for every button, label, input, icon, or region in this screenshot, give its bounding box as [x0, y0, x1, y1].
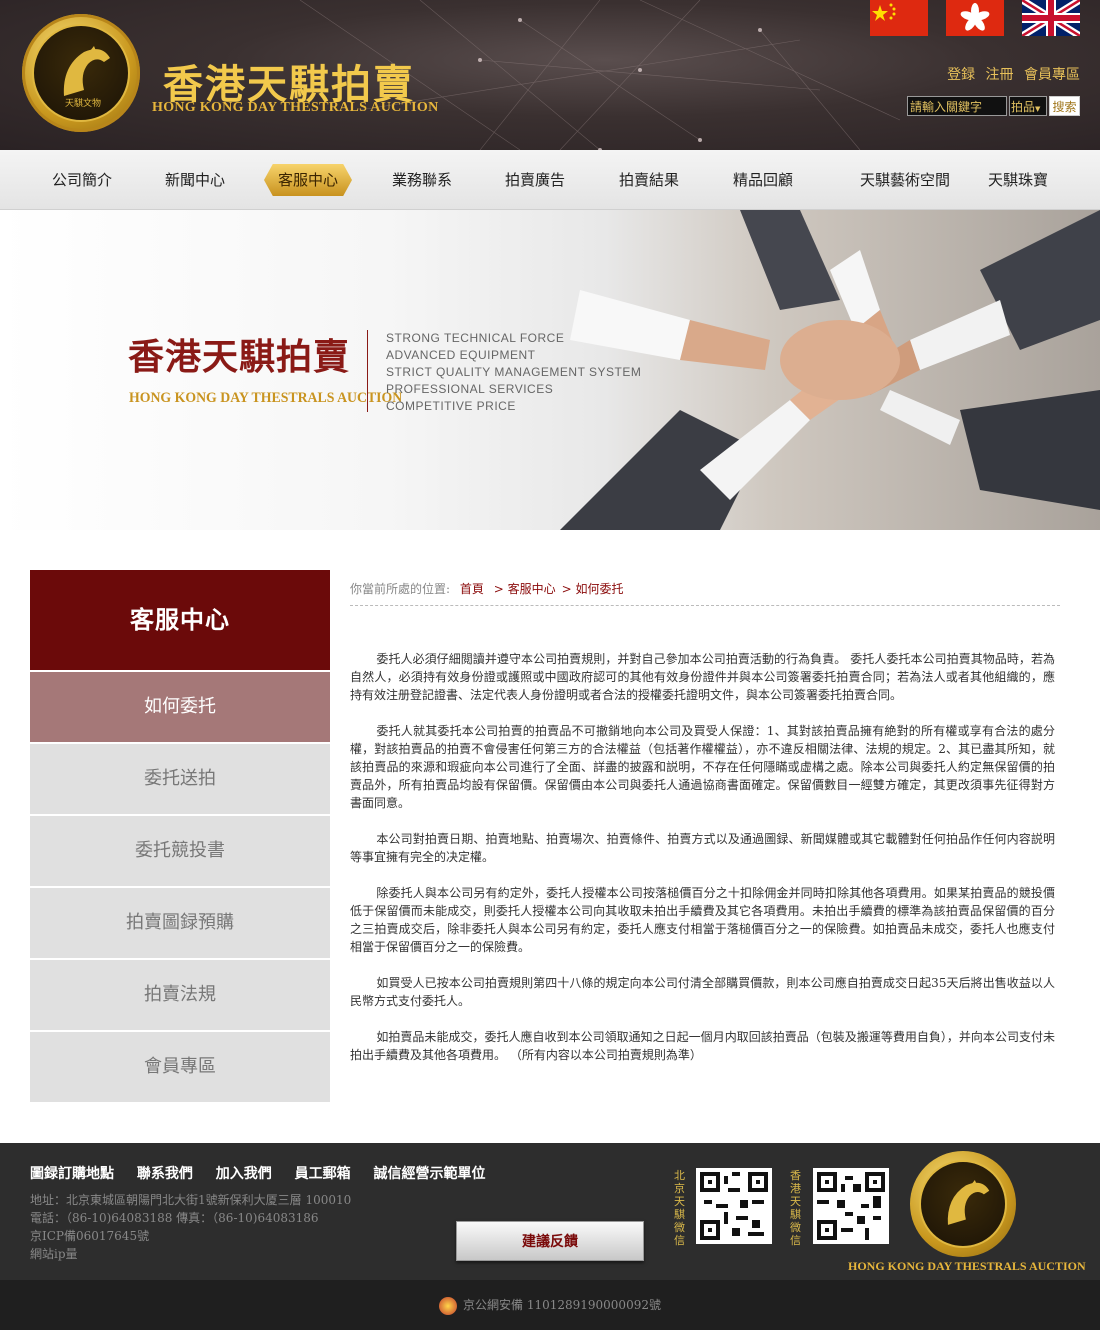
footer-link-integrity[interactable]: 誠信經營示範單位 [374, 1166, 486, 1182]
footer-logo-coin [910, 1151, 1016, 1257]
banner-slogans: STRONG TECHNICAL FORCE ADVANCED EQUIPMEN… [386, 330, 641, 415]
article-paragraph: 如買受人已按本公司拍賣規則第四十八條的規定向本公司付清全部購買價款，則本公司應自… [350, 976, 1055, 1008]
police-badge-icon [439, 1296, 457, 1315]
footer-link-staff-mail[interactable]: 員工郵箱 [295, 1166, 351, 1182]
banner-slogan: COMPETITIVE PRICE [386, 399, 516, 413]
feedback-button[interactable]: 建議反饋 [456, 1221, 644, 1261]
banner-slogan: ADVANCED EQUIPMENT [386, 348, 536, 362]
breadcrumb-section[interactable]: > 客服中心 [494, 582, 556, 596]
banner-title-en: HONG KONG DAY THESTRALS AUCTION [129, 390, 403, 406]
footer-info: 地址：北京東城區朝陽門北大街1號新保利大厦三層 100010 電話：（86-10… [30, 1191, 351, 1263]
article-content: 委托人必須仔細閲讀并遵守本公司拍賣規則，并對自己參加本公司拍賣活動的行為負責。 … [350, 650, 1055, 1082]
nav-about[interactable]: 公司簡介 [26, 150, 138, 210]
main-nav: 公司簡介 新聞中心 客服中心 業務聯系 拍賣廣告 拍賣結果 精品回顧 天騏藝術空… [0, 150, 1100, 210]
article-paragraph: 委托人就其委托本公司拍賣的拍賣品不可撤銷地向本公司及買受人保證：1、其對該拍賣品… [350, 724, 1055, 810]
article-paragraph: 本公司對拍賣日期、拍賣地點、拍賣場次、拍賣條件、拍賣方式以及通過圖録、新聞媒體或… [350, 832, 1055, 864]
nav-auction-ads[interactable]: 拍賣廣告 [479, 150, 591, 210]
qr-code-icon [817, 1172, 885, 1240]
sidebar-item-how-to-consign[interactable]: 如何委托 [30, 672, 330, 742]
search-category-select[interactable]: 拍品▼ [1009, 96, 1047, 116]
nav-highlights[interactable]: 精品回顧 [706, 150, 820, 210]
logo-coin[interactable]: 天騏文物 [22, 14, 140, 132]
breadcrumb-home[interactable]: 首頁 [460, 582, 484, 596]
sidebar-item-catalog-preorder[interactable]: 拍賣圖録預購 [30, 888, 330, 958]
footer-icp: 京ICP備06017645號 [30, 1229, 150, 1243]
breadcrumb-prefix: 你當前所處的位置: [350, 582, 451, 596]
qr-label-hongkong: 香港天騏微信 [790, 1169, 801, 1247]
footer-link-contact[interactable]: 聯系我們 [137, 1166, 193, 1182]
qr-code-icon [700, 1172, 768, 1240]
site-header: 天騏文物 香港天騏拍賣 HONG KONG DAY THESTRALS AUCT… [0, 0, 1100, 150]
sidebar-item-bid-form[interactable]: 委托競投書 [30, 816, 330, 886]
banner-slogan: STRONG TECHNICAL FORCE [386, 331, 565, 345]
member-area-link[interactable]: 會員專區 [1024, 67, 1080, 83]
register-link[interactable]: 注冊 [986, 67, 1014, 83]
sidebar-item-member-area[interactable]: 會員專區 [30, 1032, 330, 1102]
sidebar-item-consign-auction[interactable]: 委托送拍 [30, 744, 330, 814]
search-bar: 請輸入關鍵字 拍品▼ 搜索 [907, 96, 1080, 116]
bottom-bar: 京公網安備 110128919000009​2號 [0, 1280, 1100, 1330]
banner-divider [367, 330, 368, 412]
chevron-down-icon: ▼ [1035, 105, 1041, 113]
hong-kong-flag-icon[interactable] [946, 0, 1004, 36]
nav-auction-results[interactable]: 拍賣結果 [592, 150, 706, 210]
qr-label-beijing: 北京天騏微信 [674, 1169, 685, 1247]
nav-jewelry[interactable]: 天騏珠寶 [970, 150, 1066, 210]
footer-address: 地址：北京東城區朝陽門北大街1號新保利大厦三層 100010 [30, 1193, 352, 1207]
uk-flag-icon[interactable] [1022, 0, 1080, 36]
brand-title-en: HONG KONG DAY THESTRALS AUCTION [152, 100, 439, 115]
footer-brand-en: HONG KONG DAY THESTRALS AUCTION [848, 1259, 1086, 1273]
footer-links: 圖録訂購地點 聯系我們 加入我們 員工郵箱 誠信經營示範單位 [30, 1163, 504, 1183]
login-link[interactable]: 登録 [947, 67, 975, 83]
horse-emblem-icon: 天騏文物 [63, 46, 110, 109]
top-links: 登録 注冊 會員專區 [941, 64, 1080, 84]
search-input[interactable]: 請輸入關鍵字 [907, 96, 1007, 116]
qr-code-beijing [696, 1168, 772, 1244]
nav-art-space[interactable]: 天騏藝術空間 [830, 150, 980, 210]
china-flag-icon[interactable] [870, 0, 928, 36]
police-record[interactable]: 京公網安備 110128919000009​2號 [463, 1298, 661, 1312]
sidebar-item-regulations[interactable]: 拍賣法規 [30, 960, 330, 1030]
qr-code-hongkong [813, 1168, 889, 1244]
search-button[interactable]: 搜索 [1049, 96, 1080, 116]
footer-phone: 電話：（86-10)64083188 傳真：（86-10)64083186 [30, 1211, 319, 1225]
article-paragraph: 除委托人與本公司另有約定外，委托人授權本公司按落槌價百分之十扣除佣金并同時扣除其… [350, 886, 1055, 954]
banner-slogan: PROFESSIONAL SERVICES [386, 382, 554, 396]
nav-customer-service[interactable]: 客服中心 [264, 164, 352, 196]
footer-link-catalog[interactable]: 圖録訂購地點 [30, 1166, 114, 1182]
horse-emblem-icon [947, 1179, 990, 1225]
banner-slogan: STRICT QUALITY MANAGEMENT SYSTEM [386, 365, 642, 379]
site-footer: 圖録訂購地點 聯系我們 加入我們 員工郵箱 誠信經營示範單位 地址：北京東城區朝… [0, 1143, 1100, 1280]
nav-news[interactable]: 新聞中心 [139, 150, 251, 210]
breadcrumb-current: > 如何委托 [561, 582, 624, 596]
breadcrumb: 你當前所處的位置: 首頁 > 客服中心 > 如何委托 [350, 580, 1060, 606]
hero-banner: 香港天騏拍賣 HONG KONG DAY THESTRALS AUCTION S… [0, 210, 1100, 530]
article-paragraph: 委托人必須仔細閲讀并遵守本公司拍賣規則，并對自己參加本公司拍賣活動的行為負責。 … [350, 652, 1055, 702]
footer-link-join[interactable]: 加入我們 [216, 1166, 272, 1182]
sidebar: 客服中心 如何委托 委托送拍 委托競投書 拍賣圖録預購 拍賣法規 會員專區 [30, 570, 330, 1102]
coin-text: 天騏文物 [65, 97, 101, 109]
nav-business-contact[interactable]: 業務聯系 [366, 150, 478, 210]
article-paragraph: 如拍賣品未能成交，委托人應自收到本公司領取通知之日起一個月内取回該拍賣品（包裝及… [350, 1030, 1055, 1062]
banner-title-cn: 香港天騏拍賣 [128, 336, 351, 378]
sidebar-heading: 客服中心 [30, 570, 330, 670]
search-category-value: 拍品 [1011, 100, 1036, 114]
footer-ip-count: 網站ip量 [30, 1247, 78, 1261]
